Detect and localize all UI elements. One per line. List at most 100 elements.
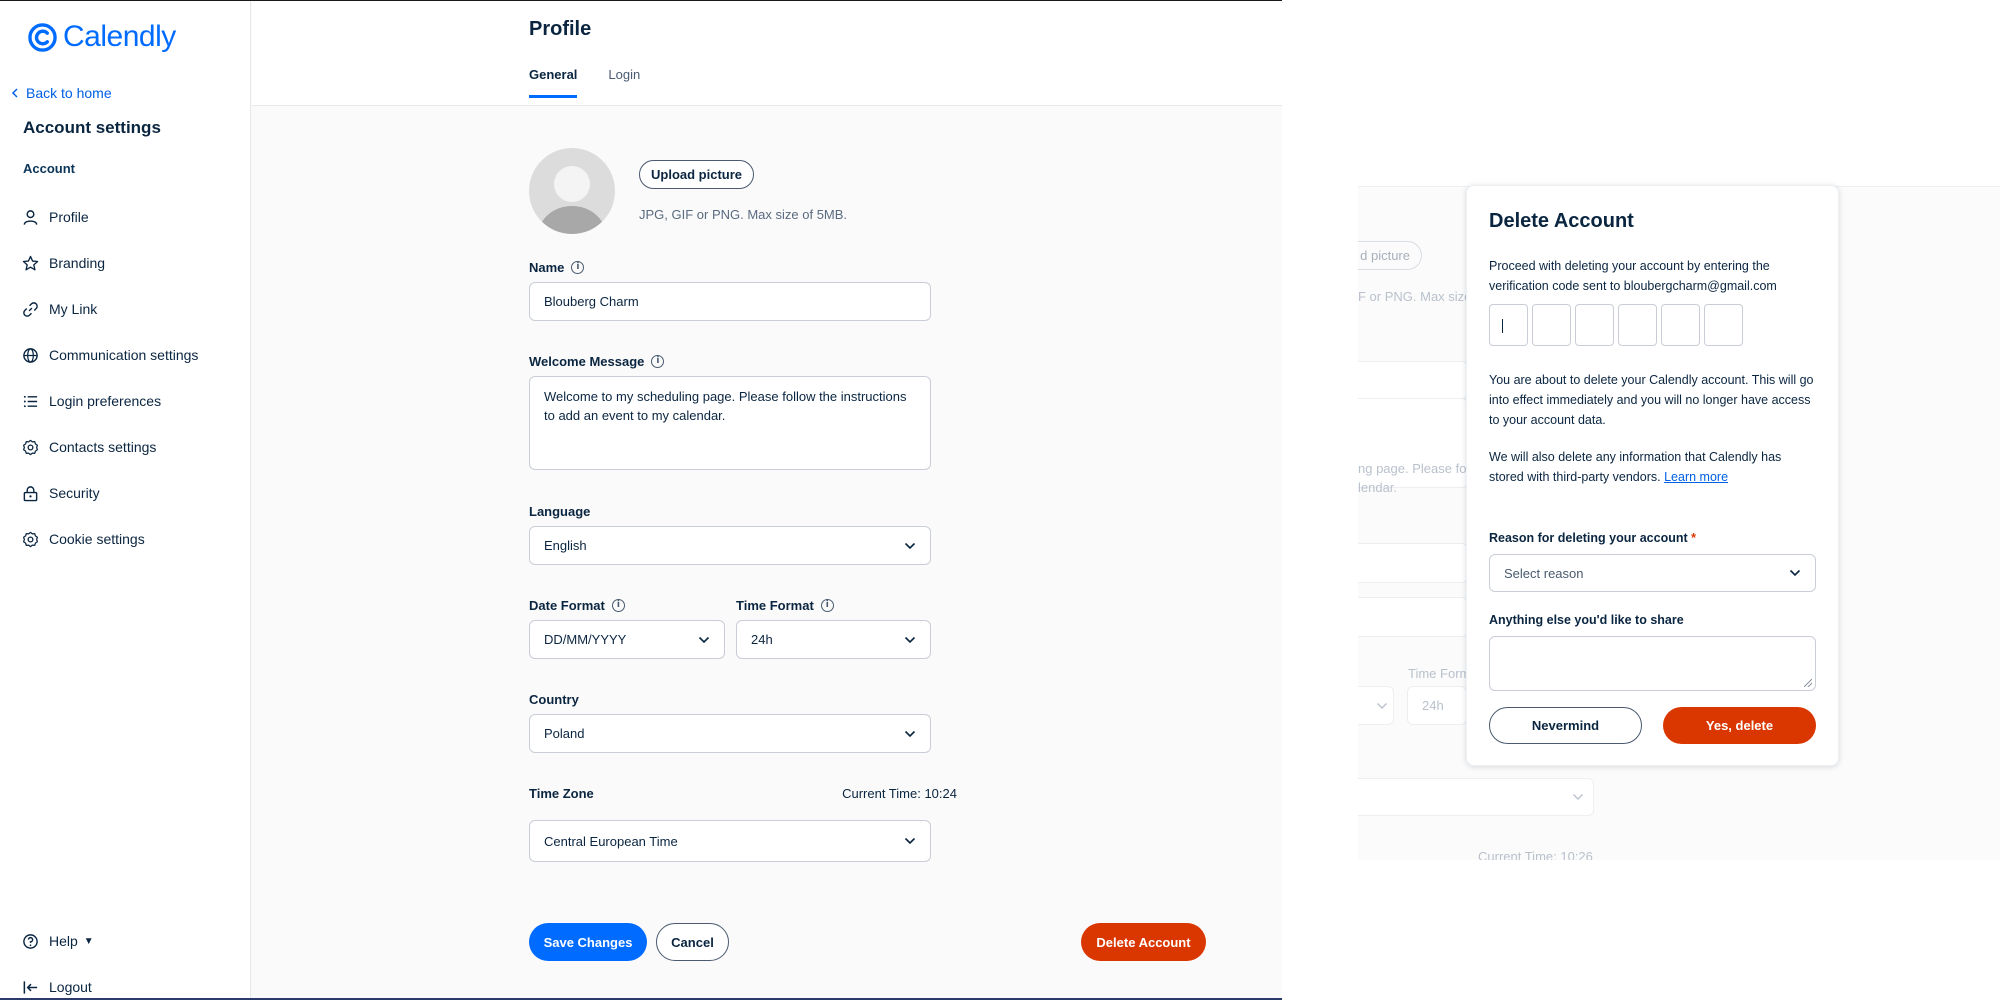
- tab-general[interactable]: General: [529, 67, 578, 98]
- language-select[interactable]: English: [529, 526, 931, 565]
- globe-icon: [23, 347, 38, 363]
- confirm-delete-button[interactable]: Yes, delete: [1663, 707, 1816, 744]
- verification-instructions: Proceed with deleting your account by en…: [1489, 259, 1777, 293]
- link-icon: [23, 301, 38, 317]
- time-format-label: Time Format i: [736, 598, 834, 613]
- save-changes-button[interactable]: Save Changes: [529, 923, 647, 961]
- reason-placeholder: Select reason: [1504, 565, 1584, 581]
- calendly-logo-icon: [28, 22, 57, 52]
- name-label: Name i: [529, 260, 585, 275]
- time-zone-select[interactable]: Central European Time: [529, 820, 931, 862]
- faded-language-field: [1358, 543, 1468, 583]
- avatar: [529, 148, 615, 234]
- country-value: Poland: [544, 726, 585, 741]
- code-digit-input[interactable]: [1618, 304, 1657, 346]
- info-icon[interactable]: i: [571, 261, 585, 274]
- account-settings-title: Account settings: [23, 118, 161, 137]
- lock-icon: [23, 485, 38, 501]
- sidebar-item-cookie-settings[interactable]: Cookie settings: [22, 516, 242, 562]
- sidebar-item-branding[interactable]: Branding: [22, 240, 242, 286]
- help-menu[interactable]: Help ▼: [22, 918, 242, 964]
- back-to-home-label: Back to home: [26, 85, 112, 101]
- date-format-value: DD/MM/YYYY: [544, 632, 627, 647]
- info-icon[interactable]: i: [611, 599, 625, 612]
- faded-chevron-down-icon: [1377, 703, 1387, 709]
- sidebar-item-label: Cookie settings: [49, 531, 145, 547]
- date-format-select[interactable]: DD/MM/YYYY: [529, 620, 725, 659]
- sidebar-item-communication[interactable]: Communication settings: [22, 332, 242, 378]
- sidebar-item-label: Branding: [49, 255, 106, 271]
- reason-select[interactable]: Select reason: [1489, 554, 1816, 592]
- sidebar-item-security[interactable]: Security: [22, 470, 242, 516]
- third-party-text: We will also delete any information that…: [1489, 450, 1782, 484]
- list-icon: [23, 395, 38, 407]
- sidebar-item-label: Communication settings: [49, 347, 199, 363]
- calendly-logo-text: Calendly: [63, 20, 176, 53]
- info-icon[interactable]: i: [820, 599, 834, 612]
- chevron-down-icon: [904, 730, 916, 737]
- current-time: Current Time: 10:24: [807, 786, 957, 801]
- tab-login[interactable]: Login: [608, 67, 640, 98]
- profile-tabs: General Login: [529, 67, 640, 98]
- resize-handle-icon[interactable]: [1804, 679, 1812, 687]
- faded-current-time: Current Time: 10:26: [1478, 849, 1593, 860]
- sidebar-item-profile[interactable]: Profile: [22, 194, 242, 240]
- sidebar-item-my-link[interactable]: My Link: [22, 286, 242, 332]
- sidebar-footer: Help ▼ Logout: [22, 918, 242, 1000]
- faded-time-format-label: Time Form: [1408, 666, 1471, 681]
- country-select[interactable]: Poland: [529, 714, 931, 753]
- gear-icon: [22, 439, 39, 455]
- page-header: Profile General Login: [252, 1, 1282, 106]
- upload-picture-button[interactable]: Upload picture: [639, 160, 755, 189]
- time-format-select[interactable]: 24h: [736, 620, 931, 659]
- sidebar-item-login-preferences[interactable]: Login preferences: [22, 378, 242, 424]
- sidebar-item-contacts[interactable]: Contacts settings: [22, 424, 242, 470]
- chevron-down-icon: [904, 636, 916, 643]
- welcome-message-field[interactable]: Welcome to my scheduling page. Please fo…: [529, 376, 931, 470]
- user-icon: [23, 209, 38, 225]
- faded-time-value: 24h: [1422, 698, 1444, 713]
- sidebar-item-label: Contacts settings: [49, 439, 157, 455]
- faded-name-field: [1358, 361, 1468, 399]
- delete-account-button[interactable]: Delete Account: [1081, 923, 1206, 961]
- calendly-logo[interactable]: Calendly: [28, 20, 176, 54]
- logout-button[interactable]: Logout: [22, 964, 242, 1000]
- main-content: Profile General Login Upload picture JPG…: [252, 1, 1282, 998]
- chevron-down-icon: [904, 542, 916, 549]
- faded-chevron-down-icon: [1573, 794, 1583, 800]
- reason-label: Reason for deleting your account *: [1489, 531, 1696, 545]
- faded-welcome-text-1: ng page. Please fo: [1358, 461, 1467, 476]
- chevron-down-icon: [904, 837, 916, 845]
- date-format-label-text: Date Format: [529, 598, 605, 613]
- app-window: Calendly Back to home Account settings A…: [0, 0, 1282, 1000]
- info-icon[interactable]: i: [651, 355, 665, 368]
- time-format-label-text: Time Format: [736, 598, 814, 613]
- faded-upload-button: d picture: [1358, 241, 1422, 270]
- modal-title: Delete Account: [1489, 210, 1634, 232]
- code-digit-input[interactable]: [1661, 304, 1700, 346]
- back-to-home-link[interactable]: Back to home: [10, 85, 112, 101]
- help-label: Help: [49, 933, 78, 949]
- welcome-message-label: Welcome Message i: [529, 354, 665, 369]
- code-digit-input[interactable]: [1532, 304, 1571, 346]
- learn-more-link[interactable]: Learn more: [1664, 470, 1728, 484]
- required-marker: *: [1691, 531, 1696, 545]
- share-textarea[interactable]: [1489, 636, 1816, 691]
- time-zone-value: Central European Time: [544, 833, 678, 849]
- deletion-warning: You are about to delete your Calendly ac…: [1489, 373, 1814, 427]
- cancel-button[interactable]: Cancel: [656, 923, 729, 961]
- nevermind-button[interactable]: Nevermind: [1489, 707, 1642, 744]
- gear-icon: [22, 531, 39, 547]
- language-label: Language: [529, 504, 591, 519]
- country-label: Country: [529, 692, 579, 707]
- verification-code-inputs: [1489, 304, 1743, 346]
- code-digit-input[interactable]: [1575, 304, 1614, 346]
- language-value: English: [544, 538, 587, 553]
- chevron-down-icon: [698, 636, 710, 643]
- code-digit-input[interactable]: [1704, 304, 1743, 346]
- page-title: Profile: [529, 18, 592, 40]
- name-field[interactable]: Blouberg Charm: [529, 282, 931, 321]
- time-format-value: 24h: [751, 632, 773, 647]
- current-time-value: 10:24: [924, 786, 957, 801]
- code-digit-input[interactable]: [1489, 304, 1528, 346]
